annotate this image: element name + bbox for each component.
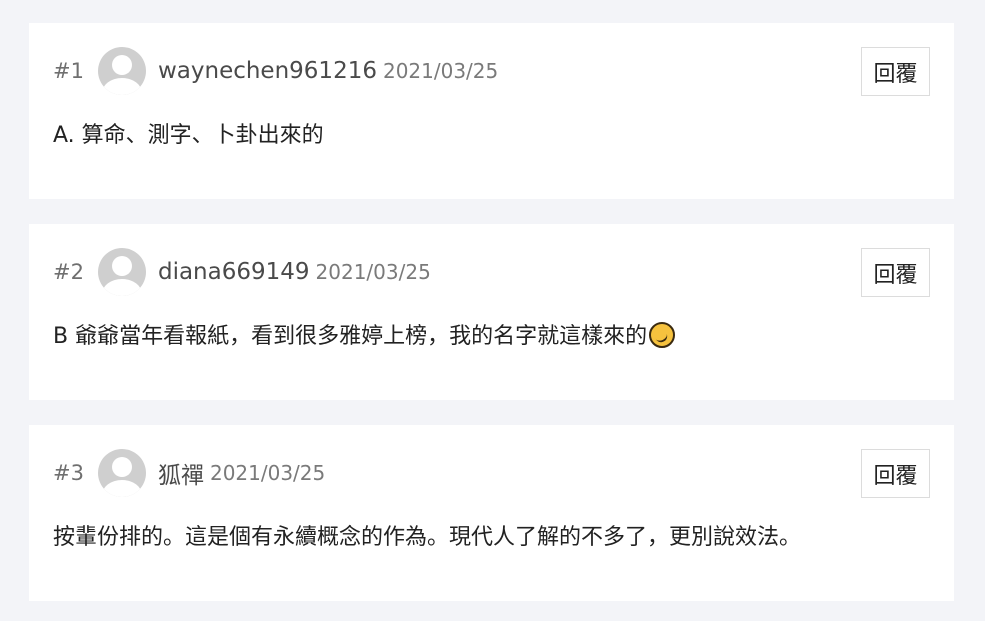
comment-text: B 爺爺當年看報紙，看到很多雅婷上榜，我的名字就這樣來的 bbox=[53, 324, 648, 349]
comment-text: A. 算命、測字、卜卦出來的 bbox=[53, 123, 324, 148]
comment-text: 按輩份排的。這是個有永續概念的作為。現代人了解的不多了，更別說效法。 bbox=[53, 525, 802, 550]
comment-meta: #1 waynechen961216 2021/03/25 bbox=[53, 47, 498, 95]
floor-number: #3 bbox=[53, 461, 84, 485]
comment-date: 2021/03/25 bbox=[315, 260, 431, 284]
comment-date: 2021/03/25 bbox=[209, 461, 326, 485]
comment-card-3: #3 狐禪 2021/03/25 回覆 按輩份排的。這是個有永續概念的作為。現代… bbox=[29, 425, 954, 601]
comment-meta: #2 diana669149 2021/03/25 bbox=[53, 248, 431, 296]
reply-button[interactable]: 回覆 bbox=[861, 47, 930, 96]
avatar-placeholder-icon[interactable] bbox=[97, 47, 146, 95]
reply-button[interactable]: 回覆 bbox=[861, 449, 930, 498]
rolling-on-floor-laughing-emoji-icon bbox=[649, 322, 676, 348]
avatar-placeholder-icon[interactable] bbox=[97, 449, 146, 497]
comment-meta: #3 狐禪 2021/03/25 bbox=[53, 449, 325, 497]
username-link[interactable]: waynechen961216 bbox=[158, 58, 377, 84]
username-link[interactable]: 狐禪 bbox=[158, 456, 204, 490]
comment-card-1: #1 waynechen961216 2021/03/25 回覆 A. 算命、測… bbox=[29, 23, 954, 199]
comment-card-2: #2 diana669149 2021/03/25 回覆 B 爺爺當年看報紙，看… bbox=[29, 224, 954, 400]
reply-button[interactable]: 回覆 bbox=[861, 248, 930, 297]
comment-content: A. 算命、測字、卜卦出來的 bbox=[53, 119, 930, 153]
comment-date: 2021/03/25 bbox=[382, 59, 499, 83]
comment-content: 按輩份排的。這是個有永續概念的作為。現代人了解的不多了，更別說效法。 bbox=[53, 521, 930, 555]
comment-content: B 爺爺當年看報紙，看到很多雅婷上榜，我的名字就這樣來的 bbox=[53, 320, 930, 354]
floor-number: #1 bbox=[53, 59, 84, 83]
comment-list: #1 waynechen961216 2021/03/25 回覆 A. 算命、測… bbox=[29, 23, 954, 601]
username-link[interactable]: diana669149 bbox=[158, 259, 310, 285]
avatar-placeholder-icon[interactable] bbox=[97, 248, 146, 296]
floor-number: #2 bbox=[53, 260, 84, 284]
